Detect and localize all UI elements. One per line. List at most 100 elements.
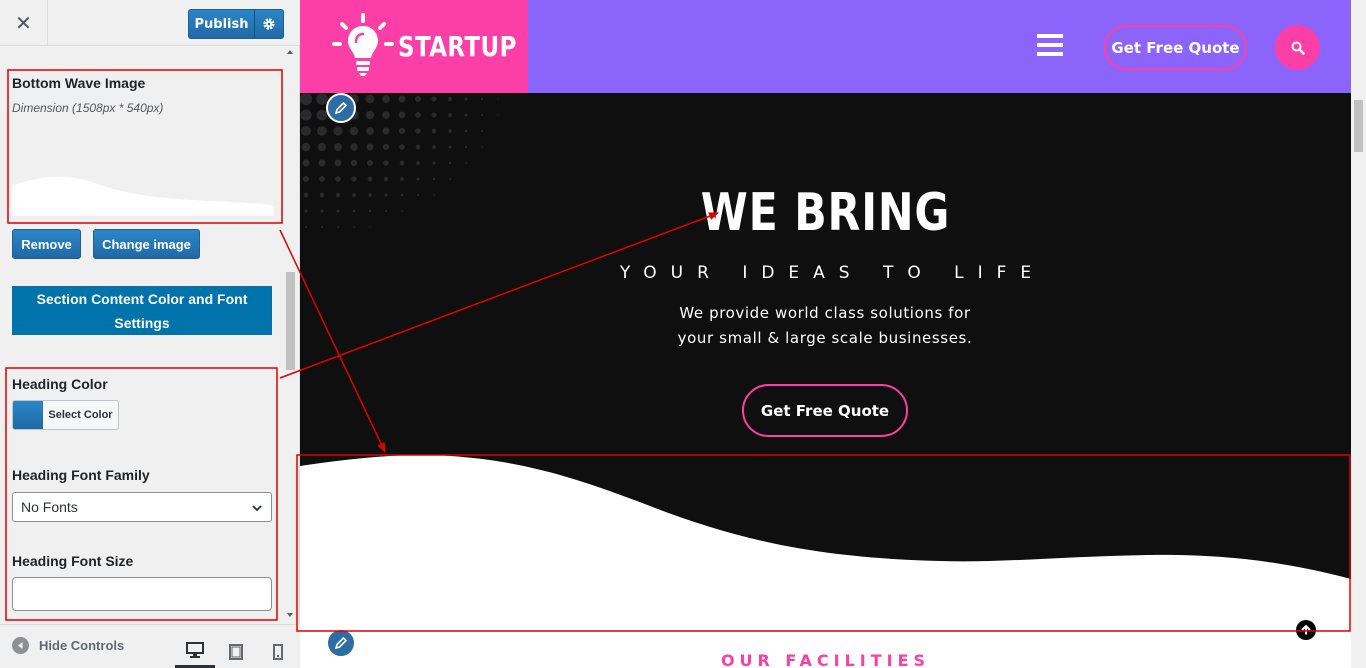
pattern-dot — [399, 144, 405, 150]
publish-settings-button[interactable] — [254, 9, 284, 39]
pattern-dot — [464, 129, 468, 133]
pattern-dot — [432, 177, 436, 181]
pattern-dot — [351, 176, 357, 182]
arrow-up-icon — [1301, 624, 1311, 635]
pattern-dot — [337, 226, 339, 228]
pattern-dot — [300, 109, 312, 121]
hero-section: WE BRING YOUR IDEAS TO LIFE We provide w… — [300, 93, 1351, 633]
pattern-dot — [353, 226, 355, 228]
pattern-dot — [319, 192, 325, 198]
pattern-dot — [301, 142, 311, 152]
pattern-dot — [464, 97, 468, 101]
pattern-dot — [365, 94, 375, 104]
preview-mobile-button[interactable] — [258, 635, 298, 668]
pattern-dot — [317, 142, 327, 152]
hamburger-icon[interactable] — [1037, 33, 1063, 57]
hero-get-quote-button[interactable]: Get Free Quote — [742, 384, 908, 437]
publish-group: Publish — [188, 9, 284, 39]
pattern-dot — [366, 127, 374, 135]
pattern-dot — [431, 128, 437, 134]
pattern-dot — [368, 193, 372, 197]
hero-description-line-1: We provide world class solutions for — [679, 304, 971, 322]
customizer-header: ✕ Publish — [0, 0, 300, 46]
search-button[interactable] — [1275, 25, 1320, 70]
pattern-dot — [448, 161, 452, 165]
preview-desktop-button[interactable] — [175, 635, 215, 668]
pattern-dot — [415, 112, 421, 118]
pattern-dot — [431, 96, 437, 102]
pattern-dot — [304, 209, 308, 213]
heading-font-family-title: Heading Font Family — [12, 467, 150, 483]
pattern-dot — [317, 126, 327, 136]
customizer-sidebar: ✕ Publish Bottom Wave Image Dimension (1… — [0, 0, 300, 668]
pattern-dot — [303, 192, 309, 198]
pattern-dot — [481, 130, 483, 132]
preview-scrollbar[interactable] — [1351, 0, 1366, 668]
pattern-dot — [431, 112, 437, 118]
bottom-wave-dimension: Dimension (1508px * 540px) — [12, 101, 164, 115]
tablet-icon — [229, 644, 243, 660]
pattern-dot — [352, 209, 356, 213]
remove-image-button[interactable]: Remove — [12, 229, 81, 259]
pattern-dot — [400, 177, 404, 181]
facilities-section-title: OUR FACILITIES — [720, 651, 931, 668]
heading-font-family-select[interactable]: No Fonts — [12, 492, 272, 522]
scroll-to-top-button[interactable] — [1296, 620, 1316, 640]
scrollbar-thumb[interactable] — [286, 272, 295, 370]
pattern-dot — [497, 98, 499, 100]
pattern-dot — [305, 226, 307, 228]
sidebar-scrollbar[interactable] — [284, 46, 296, 624]
pattern-dot — [366, 143, 374, 151]
site-preview[interactable]: STARTUP Get Free Quote WE BRING YOUR IDE… — [300, 0, 1351, 668]
hero-title: WE BRING — [700, 183, 951, 243]
arrow-left-circle-icon — [12, 637, 29, 654]
scroll-down-arrow[interactable] — [287, 613, 293, 617]
bottom-wave-image-title: Bottom Wave Image — [12, 75, 146, 91]
change-image-button[interactable]: Change image — [93, 229, 200, 259]
hide-controls-button[interactable]: Hide Controls — [12, 637, 124, 654]
pattern-dot — [320, 209, 324, 213]
scroll-up-arrow[interactable] — [287, 50, 293, 54]
pattern-dot — [398, 127, 406, 135]
pattern-dot — [416, 177, 420, 181]
pattern-dot — [382, 127, 390, 135]
pattern-dot — [335, 192, 341, 198]
close-customizer-button[interactable]: ✕ — [0, 0, 48, 45]
pattern-dot — [384, 193, 388, 197]
heading-color-picker[interactable]: Select Color — [12, 400, 119, 430]
publish-button[interactable]: Publish — [188, 9, 254, 39]
pattern-dot — [350, 159, 358, 167]
pattern-dot — [414, 95, 422, 103]
pattern-dot — [398, 95, 406, 103]
site-header: STARTUP Get Free Quote — [300, 0, 1351, 93]
pattern-dot — [449, 178, 451, 180]
header-get-quote-button[interactable]: Get Free Quote — [1104, 25, 1247, 70]
pattern-dot — [350, 143, 358, 151]
pattern-dot — [303, 176, 309, 182]
pattern-dot — [382, 143, 390, 151]
font-family-selected: No Fonts — [21, 499, 78, 515]
pattern-dot — [351, 192, 357, 198]
wave-image-preview[interactable] — [12, 174, 274, 216]
pattern-dot — [336, 209, 340, 213]
pattern-dot — [333, 142, 343, 152]
heading-font-size-input[interactable] — [12, 577, 272, 611]
search-icon — [1291, 41, 1305, 55]
edit-shortcut-button[interactable] — [326, 93, 356, 123]
pattern-dot — [300, 93, 313, 106]
section-content-settings-button[interactable]: Section Content Color and Font Settings — [12, 286, 272, 335]
pattern-dot — [349, 126, 359, 136]
hero-description-line-2: your small & large scale businesses. — [677, 329, 973, 347]
select-color-label: Select Color — [48, 409, 113, 421]
pattern-dot — [369, 226, 371, 228]
pattern-dot — [335, 176, 341, 182]
pattern-dot — [301, 126, 311, 136]
site-logo[interactable]: STARTUP — [300, 0, 528, 93]
pattern-dot — [318, 159, 326, 167]
preview-tablet-button[interactable] — [216, 635, 256, 668]
preview-scrollbar-thumb[interactable] — [1354, 100, 1363, 152]
pattern-dot — [365, 110, 375, 120]
heading-color-title: Heading Color — [12, 376, 108, 392]
logo-text: STARTUP — [398, 30, 517, 63]
customizer-controls-panel[interactable]: Bottom Wave Image Dimension (1508px * 54… — [0, 46, 300, 624]
